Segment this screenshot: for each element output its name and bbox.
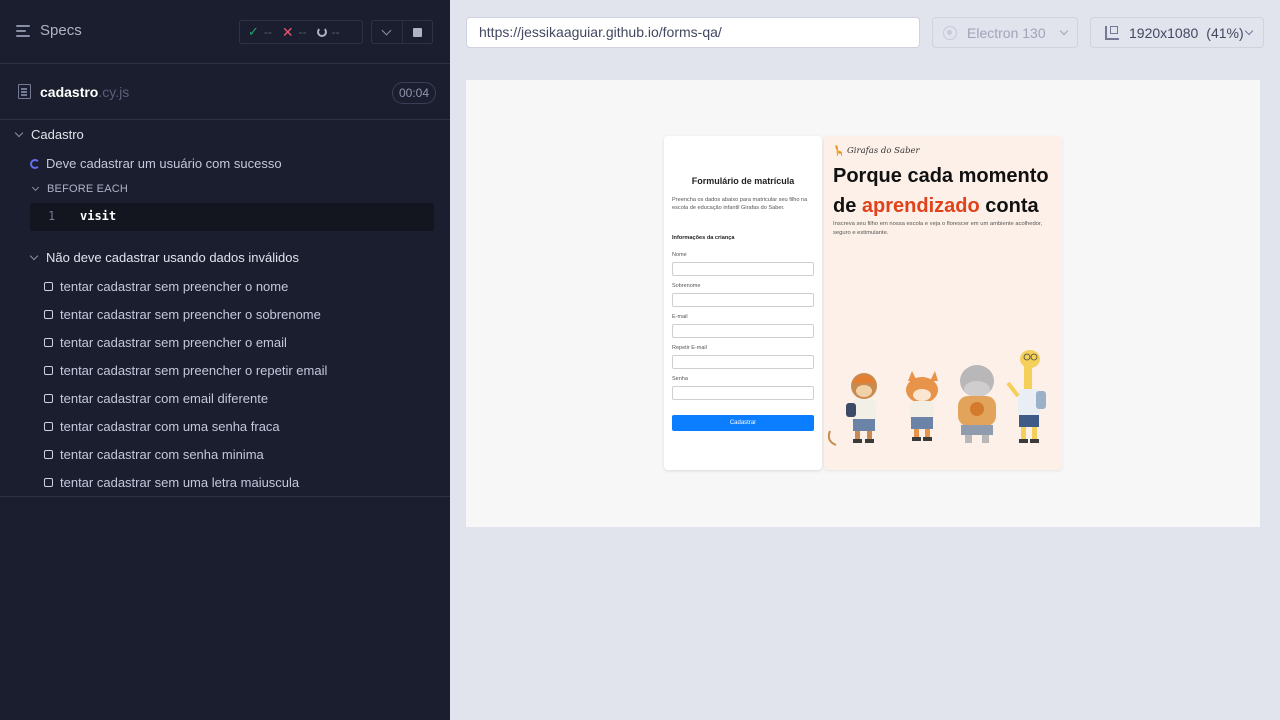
failed-stat: ✕ -- bbox=[281, 23, 307, 40]
test-title: tentar cadastrar com uma senha fraca bbox=[60, 419, 280, 434]
field-label-sobrenome: Sobrenome bbox=[672, 283, 701, 289]
pending-square-icon bbox=[44, 366, 53, 375]
enrollment-form-card: Formulário de matrícula Preencha os dado… bbox=[664, 136, 822, 470]
running-spinner-icon bbox=[30, 158, 40, 169]
runner-controls bbox=[371, 20, 433, 44]
chevron-down-icon bbox=[14, 128, 24, 138]
test-title: tentar cadastrar com senha minima bbox=[60, 447, 264, 462]
field-label-repetir-email: Repetir E-mail bbox=[672, 345, 707, 351]
pending-stat: -- bbox=[316, 25, 340, 39]
ruler-icon bbox=[1105, 25, 1119, 40]
x-icon: ✕ bbox=[281, 23, 294, 40]
chevron-down-icon bbox=[29, 251, 39, 261]
spec-file-name[interactable]: cadastro.cy.js bbox=[40, 84, 129, 100]
stop-button[interactable] bbox=[401, 21, 433, 43]
pending-square-icon bbox=[44, 282, 53, 291]
hero-title: Porque cada momento de aprendizado conta bbox=[833, 165, 1049, 217]
pending-square-icon bbox=[44, 422, 53, 431]
test-item[interactable]: tentar cadastrar com senha minima bbox=[44, 447, 264, 462]
hook-before-each[interactable]: BEFORE EACH bbox=[31, 183, 129, 195]
test-tree: Cadastro Deve cadastrar um usuário com s… bbox=[0, 120, 450, 497]
field-label-email: E-mail bbox=[672, 314, 688, 320]
specs-list-icon bbox=[16, 24, 32, 38]
giraffe-logo-icon bbox=[835, 145, 842, 156]
command-number: 1 bbox=[48, 209, 56, 223]
brand-name: Girafas do Saber bbox=[847, 145, 920, 156]
stop-icon bbox=[412, 27, 422, 37]
test-item[interactable]: tentar cadastrar sem preencher o repetir… bbox=[44, 363, 327, 378]
nome-input[interactable] bbox=[672, 262, 814, 276]
senha-input[interactable] bbox=[672, 386, 814, 400]
giraffe-figure bbox=[1006, 350, 1046, 443]
test-item[interactable]: tentar cadastrar sem preencher o nome bbox=[44, 279, 288, 294]
test-title: tentar cadastrar sem uma letra maiuscula bbox=[60, 475, 300, 490]
viewport-scale: (41%) bbox=[1206, 24, 1244, 41]
reporter-panel: Specs ✓ -- ✕ -- -- cadastro.cy.js 00:04 Ca… bbox=[0, 0, 450, 720]
test-item[interactable]: tentar cadastrar sem uma letra maiuscula bbox=[44, 475, 299, 490]
browser-label: Electron 130 bbox=[967, 24, 1046, 41]
hero-title-accent: aprendizado bbox=[861, 195, 980, 217]
spec-file-header: cadastro.cy.js 00:04 bbox=[0, 64, 450, 120]
passed-stat: ✓ -- bbox=[248, 24, 272, 39]
monkey-figure bbox=[827, 373, 877, 446]
field-label-senha: Senha bbox=[672, 376, 688, 382]
pending-circle-icon bbox=[316, 27, 327, 37]
command-row[interactable]: 1 visit bbox=[30, 203, 434, 231]
command-name: visit bbox=[80, 209, 117, 223]
test-stats: ✓ -- ✕ -- -- bbox=[239, 20, 363, 44]
form-description: Preencha os dados abaixo para matricular… bbox=[672, 197, 808, 212]
animals-illustration bbox=[827, 350, 1046, 446]
url-bar[interactable]: https://jessikaaguiar.github.io/forms-qa… bbox=[466, 17, 920, 48]
test-title: tentar cadastrar com email diferente bbox=[60, 391, 269, 406]
repetir-email-input[interactable] bbox=[672, 355, 814, 369]
hook-title: BEFORE EACH bbox=[47, 183, 129, 195]
test-title: tentar cadastrar sem preencher o sobreno… bbox=[60, 307, 321, 322]
chevron-down-icon bbox=[31, 183, 40, 192]
suite-invalid-data[interactable]: Não deve cadastrar usando dados inválido… bbox=[29, 250, 299, 265]
chevron-down-icon bbox=[381, 25, 392, 35]
email-input[interactable] bbox=[672, 324, 814, 338]
pending-square-icon bbox=[44, 394, 53, 403]
test-title: tentar cadastrar sem preencher o nome bbox=[60, 279, 289, 294]
reporter-header: Specs ✓ -- ✕ -- -- bbox=[0, 0, 450, 64]
pending-square-icon bbox=[44, 310, 53, 319]
specs-label: Specs bbox=[40, 22, 82, 39]
check-icon: ✓ bbox=[248, 24, 259, 39]
run-duration: 00:04 bbox=[392, 82, 437, 104]
suite-title: Não deve cadastrar usando dados inválido… bbox=[46, 250, 299, 265]
brand-logo: Girafas do Saber bbox=[834, 145, 920, 156]
test-item[interactable]: tentar cadastrar com email diferente bbox=[44, 391, 268, 406]
electron-icon bbox=[943, 25, 957, 40]
pending-square-icon bbox=[44, 338, 53, 347]
form-section-title: Informações da criança bbox=[672, 235, 735, 241]
cadastrar-button[interactable]: Cadastrar bbox=[672, 415, 814, 431]
sobrenome-input[interactable] bbox=[672, 293, 814, 307]
collapse-all-button[interactable] bbox=[372, 21, 402, 43]
document-icon bbox=[18, 84, 31, 99]
hippo-figure bbox=[958, 365, 996, 443]
hero-panel: Girafas do Saber Porque cada momento de … bbox=[824, 136, 1062, 470]
pending-square-icon bbox=[44, 478, 53, 487]
test-running[interactable]: Deve cadastrar um usuário com sucesso bbox=[30, 156, 282, 171]
viewport-selector[interactable]: 1920x1080 (41%) bbox=[1090, 17, 1264, 48]
test-item[interactable]: tentar cadastrar com uma senha fraca bbox=[44, 419, 280, 434]
chevron-down-icon bbox=[1244, 26, 1253, 35]
specs-button[interactable]: Specs bbox=[16, 22, 82, 39]
hero-subtitle: Inscreva seu filho em nossa escola e vej… bbox=[833, 221, 1043, 236]
test-item[interactable]: tentar cadastrar sem preencher o sobreno… bbox=[44, 307, 321, 322]
chevron-down-icon bbox=[1059, 26, 1069, 35]
viewport-size: 1920x1080 bbox=[1129, 24, 1199, 41]
form-title: Formulário de matrícula bbox=[691, 176, 795, 186]
fox-figure bbox=[906, 371, 938, 441]
test-title: tentar cadastrar sem preencher o repetir… bbox=[60, 363, 328, 378]
suite-cadastro[interactable]: Cadastro bbox=[14, 127, 84, 142]
test-title: tentar cadastrar sem preencher o email bbox=[60, 335, 287, 350]
browser-selector[interactable]: Electron 130 bbox=[932, 17, 1078, 48]
test-title: Deve cadastrar um usuário com sucesso bbox=[46, 156, 282, 171]
test-item[interactable]: tentar cadastrar sem preencher o email bbox=[44, 335, 287, 350]
field-label-nome: Nome bbox=[672, 252, 687, 258]
suite-title: Cadastro bbox=[31, 127, 84, 142]
pending-square-icon bbox=[44, 450, 53, 459]
